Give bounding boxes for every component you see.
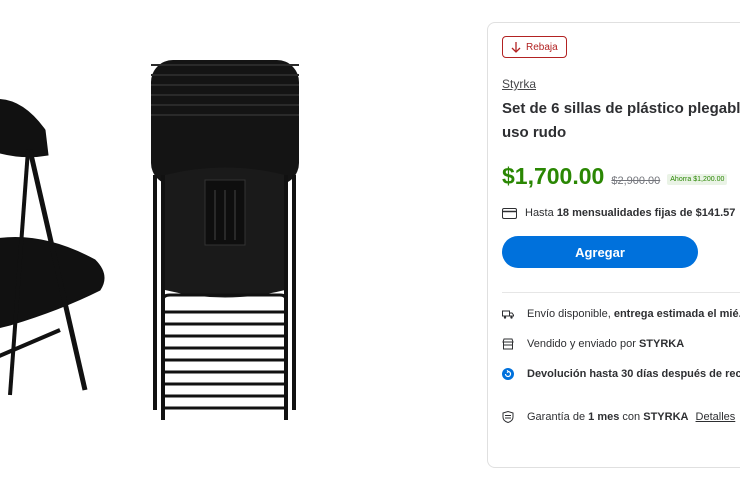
warranty-provider: STYRKA <box>643 411 689 423</box>
shield-icon <box>502 411 514 423</box>
store-icon <box>502 338 514 350</box>
brand-link[interactable]: Styrka <box>502 77 536 91</box>
sale-badge: Rebaja <box>502 36 567 58</box>
sale-badge-label: Rebaja <box>526 41 558 53</box>
seller-name: STYRKA <box>638 338 685 350</box>
installments-info: Hasta 18 mensualidades fijas de $141.57 <box>502 207 735 219</box>
single-chair-image <box>0 99 105 396</box>
add-to-cart-button[interactable]: Agregar <box>502 236 698 268</box>
divider <box>502 292 740 293</box>
seller-text: Vendido y enviado por <box>527 338 636 350</box>
shipping-estimate: entrega estimada el mié. 26 <box>613 308 740 320</box>
shipping-text: Envío disponible, <box>527 308 611 320</box>
current-price: $1,700.00 <box>502 163 605 189</box>
return-icon <box>502 368 514 380</box>
installments-prefix: Hasta <box>525 207 554 219</box>
warranty-details-link[interactable]: Detalles <box>696 411 736 423</box>
warranty-text-2: con <box>622 411 641 423</box>
shipping-row: Envío disponible, entrega estimada el mi… <box>502 308 740 320</box>
original-price: $2,900.00 <box>611 175 661 187</box>
warranty-row: Garantía de 1 mes con STYRKA Detalles <box>502 411 735 423</box>
warranty-text: Garantía de <box>527 411 586 423</box>
stacked-chairs-image <box>151 60 299 420</box>
warranty-duration: 1 mes <box>588 411 620 423</box>
arrow-down-icon <box>511 41 521 53</box>
returns-text: Devolución hasta 30 días después de reci… <box>527 368 740 380</box>
installments-amount: 18 mensualidades fijas de $141.57 <box>556 207 736 219</box>
credit-card-icon <box>502 207 517 219</box>
product-page: Rebaja Styrka Set de 6 sillas de plástic… <box>0 0 740 499</box>
purchase-panel: Rebaja Styrka Set de 6 sillas de plástic… <box>487 22 740 468</box>
seller-row: Vendido y enviado por STYRKA <box>502 338 684 350</box>
savings-badge: Ahorra $1,200.00 <box>667 174 728 185</box>
price-row: $1,700.00 $2,900.00 Ahorra $1,200.00 <box>502 163 728 190</box>
product-title: Set de 6 sillas de plástico plegable uso… <box>502 100 740 141</box>
returns-row: Devolución hasta 30 días después de reci… <box>502 368 740 380</box>
product-image[interactable] <box>0 0 470 499</box>
truck-icon <box>502 310 514 319</box>
